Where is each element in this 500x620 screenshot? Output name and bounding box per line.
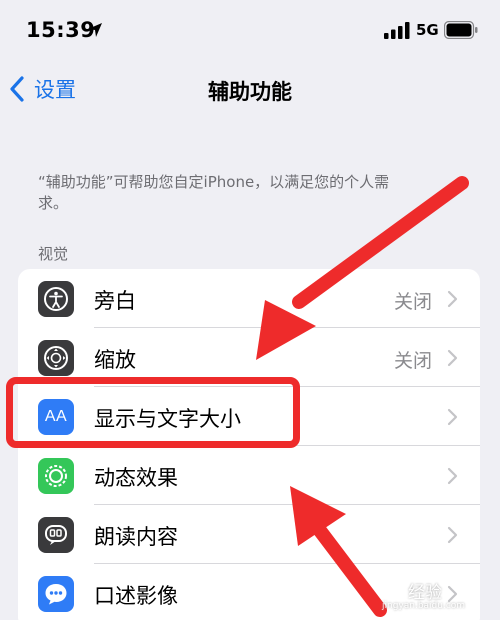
- motion-icon: [38, 458, 74, 494]
- signal-bars-icon: [384, 22, 410, 39]
- chevron-right-icon: [447, 349, 458, 367]
- watermark: 经验 jingyan.baidu.com: [382, 574, 490, 614]
- location-arrow-icon: [88, 23, 102, 37]
- page-description: “辅助功能”可帮助您自定iPhone，以满足您的个人需求。: [38, 173, 390, 212]
- annotation-highlight-box: [6, 377, 300, 448]
- audio-description-icon: [38, 576, 74, 612]
- chevron-right-icon: [447, 467, 458, 485]
- item-label: 口述影像: [94, 584, 178, 608]
- network-label: 5G: [416, 21, 439, 39]
- chevron-right-icon: [447, 290, 458, 308]
- nav-bar: 设置 辅助功能: [0, 60, 500, 116]
- battery-icon: [444, 21, 478, 39]
- item-value: 关闭: [393, 291, 432, 313]
- screen: 15:39 5G 设置 辅助功能 “辅助功能”可帮助您自定iPhone，以满足您…: [0, 0, 500, 620]
- page-title: 辅助功能: [208, 80, 292, 104]
- list-item-voiceover[interactable]: 旁白 关闭: [18, 269, 480, 328]
- watermark-sub: jingyan.baidu.com: [382, 601, 466, 611]
- status-time: 15:39: [26, 18, 96, 42]
- spoken-content-icon: [38, 517, 74, 553]
- item-label: 动态效果: [94, 466, 178, 490]
- status-bar: 15:39 5G: [0, 0, 500, 60]
- list-item-spoken-content[interactable]: 朗读内容: [18, 505, 480, 564]
- item-label: 缩放: [94, 348, 136, 372]
- watermark-text: 经验: [408, 583, 442, 603]
- chevron-right-icon: [447, 408, 458, 426]
- item-value: 关闭: [393, 350, 432, 372]
- zoom-icon: [38, 340, 74, 376]
- paw-logo-icon: [387, 576, 406, 598]
- voiceover-icon: [38, 281, 74, 317]
- list-item-motion[interactable]: 动态效果: [18, 446, 480, 505]
- item-label: 朗读内容: [94, 525, 178, 549]
- section-header-vision: 视觉: [38, 245, 69, 263]
- chevron-right-icon: [447, 526, 458, 544]
- item-label: 旁白: [94, 289, 136, 313]
